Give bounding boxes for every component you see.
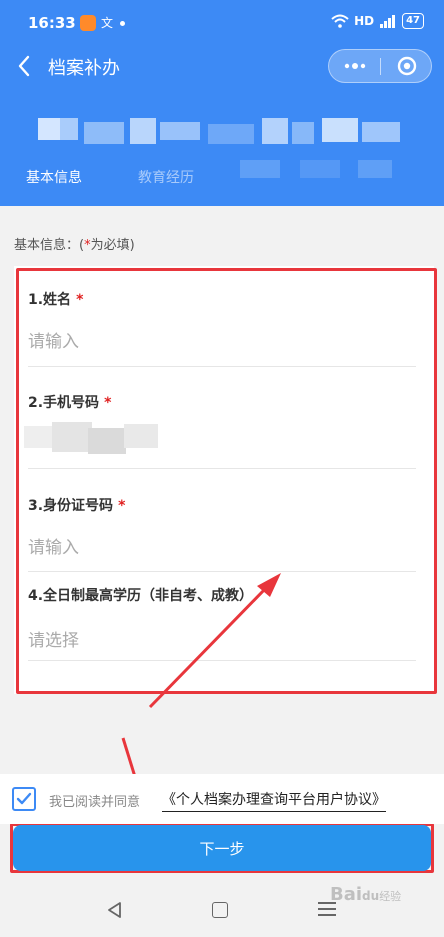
watermark-suffix: 经验 [379,890,402,903]
app-notification-text: 文 [101,16,114,30]
app-notification-icon [80,15,96,31]
signal-icon [380,15,396,28]
tab-education[interactable]: 教育经历 [138,167,194,187]
check-icon [16,792,32,805]
header: 16:33 文 HD 47 档案补办 基本信息 教育经历 [0,0,444,206]
next-step-button[interactable]: 下一步 [13,825,431,871]
agreement-link[interactable]: 《个人档案办理查询平台用户协议》 [162,789,386,812]
status-time: 16:33 [28,14,76,32]
annotation-highlight-form [16,268,437,694]
wifi-icon [331,14,349,28]
battery-level: 47 [402,13,424,29]
status-indicators: HD 47 [331,13,424,29]
agreement-bar: 我已阅读并同意 《个人档案办理查询平台用户协议》 [0,774,444,824]
section-label-prefix: 基本信息：( [14,238,85,253]
nav-back-icon[interactable] [106,901,124,919]
network-label: HD [354,14,375,28]
page-title: 档案补办 [48,58,120,79]
watermark-paw: du [362,889,380,903]
section-label-suffix: 为必填) [90,238,135,253]
watermark-brand: Bai [330,884,363,905]
nav-home-icon[interactable] [212,902,228,918]
watermark: Baidu经验 [330,884,401,905]
section-label: 基本信息：(*为必填) [14,234,135,253]
tab-basic-info[interactable]: 基本信息 [26,167,82,187]
agreement-text: 我已阅读并同意 [49,795,141,810]
agreement-checkbox[interactable] [12,787,36,811]
more-options-icon[interactable] [329,50,380,82]
notification-dot-icon [120,21,125,26]
status-bar: 16:33 文 HD 47 [0,0,444,48]
close-miniprogram-icon[interactable] [381,50,432,82]
back-arrow-icon[interactable] [15,54,35,78]
miniprogram-capsule [328,49,432,83]
